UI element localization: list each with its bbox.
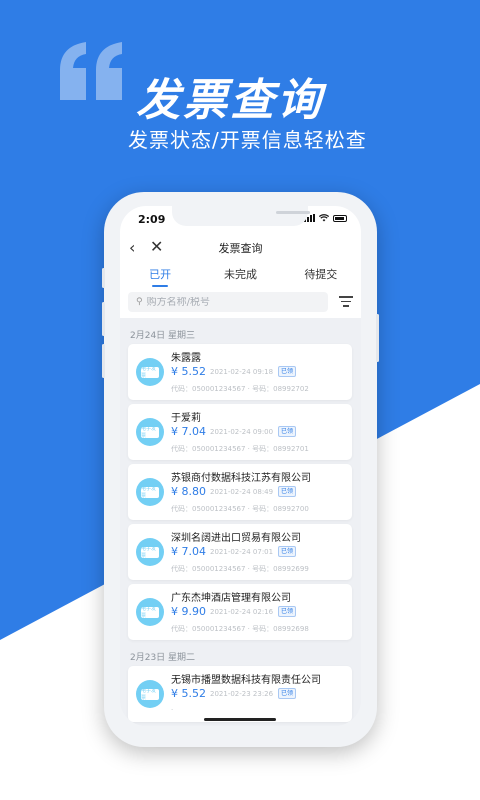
- ticket-icon-text: 电子发票: [141, 546, 157, 559]
- ticket-icon-text: 电子发票: [141, 426, 157, 439]
- status-badge: 已领: [278, 486, 297, 497]
- search-box[interactable]: ⚲: [128, 292, 328, 312]
- status-badge: 已领: [278, 426, 297, 437]
- invoice-ticket-icon: 电子发票: [136, 680, 164, 708]
- phone-mockup: 2:09 ‹ ✕ 发票查询 已开 未完成 待提交 ⚲ 购方名称/税号 2月24日…: [102, 192, 379, 747]
- ticket-icon-text: 电子发票: [141, 486, 157, 499]
- status-badge: 已领: [278, 366, 297, 377]
- invoice-amount: ¥ 9.90: [171, 605, 206, 618]
- date-group-header: 2月23日 星期二: [130, 653, 196, 663]
- wifi-icon: [319, 214, 329, 222]
- phone-screen: 2:09 ‹ ✕ 发票查询 已开 未完成 待提交 ⚲ 购方名称/税号 2月24日…: [120, 206, 361, 726]
- invoice-datetime: 2021-02-24 09:00: [210, 428, 274, 436]
- invoice-card[interactable]: 电子发票 于爱莉 ¥ 7.04 2021-02-24 09:00 已领代码：050001…: [128, 404, 352, 460]
- invoice-code: 代码：050001234567: [171, 505, 246, 513]
- banner-headline: 发票查询: [136, 75, 324, 126]
- invoice-code-number: 代码：050001234567 · 号码：08992698: [171, 625, 309, 633]
- search-row: ⚲: [120, 288, 361, 318]
- invoice-code: 代码：050001234567: [171, 625, 246, 633]
- invoice-buyer-name: 苏银商付数据科技江苏有限公司: [171, 473, 311, 484]
- invoice-number: 号码：08992701: [252, 445, 309, 453]
- invoice-card[interactable]: 电子发票 苏银商付数据科技江苏有限公司 ¥ 8.80 2021-02-24 08:49…: [128, 464, 352, 520]
- invoice-amount: ¥ 7.04: [171, 545, 206, 558]
- invoice-number: 号码：08992700: [252, 505, 309, 513]
- phone-volume-up: [102, 302, 105, 336]
- invoice-ticket-icon: 电子发票: [136, 538, 164, 566]
- tab-issued[interactable]: 已开: [120, 262, 200, 288]
- quote-mark-icon: [60, 42, 122, 100]
- invoice-number: 号码：08992702: [252, 385, 309, 393]
- ticket-icon-text: 电子发票: [141, 688, 157, 701]
- invoice-datetime: 2021-02-24 07:01: [210, 548, 274, 556]
- invoice-card[interactable]: 电子发票 广东杰坤酒店管理有限公司 ¥ 9.90 2021-02-24 02:16 已领…: [128, 584, 352, 640]
- invoice-code: 代码：050001234567: [171, 385, 246, 393]
- invoice-amount: ¥ 8.80: [171, 485, 206, 498]
- invoice-datetime: 2021-02-24 09:18: [210, 368, 274, 376]
- battery-icon: [333, 214, 347, 222]
- search-icon: ⚲: [136, 297, 143, 307]
- ticket-icon-text: 电子发票: [141, 606, 157, 619]
- tab-pending-submit[interactable]: 待提交: [281, 262, 361, 288]
- phone-side-button: [102, 268, 105, 288]
- search-input[interactable]: [146, 296, 307, 308]
- nav-bar: ‹ ✕ 发票查询: [120, 232, 361, 262]
- phone-volume-down: [102, 344, 105, 378]
- invoice-code: 代码：050001234567: [171, 565, 246, 573]
- invoice-code: 代码：050001234567: [171, 445, 246, 453]
- invoice-amount: ¥ 7.04: [171, 425, 206, 438]
- invoice-buyer-name: 于爱莉: [171, 413, 201, 424]
- status-badge: 已领: [278, 688, 297, 699]
- invoice-amount: ¥ 5.52: [171, 365, 206, 378]
- invoice-ticket-icon: 电子发票: [136, 418, 164, 446]
- banner-subline: 发票状态/开票信息轻松查: [128, 128, 367, 152]
- invoice-buyer-name: 广东杰坤酒店管理有限公司: [171, 593, 291, 604]
- invoice-ticket-icon: 电子发票: [136, 478, 164, 506]
- invoice-buyer-name: 深圳名阔进出口贸易有限公司: [171, 533, 301, 544]
- invoice-ticket-icon: 电子发票: [136, 358, 164, 386]
- phone-notch: [172, 206, 310, 226]
- speaker-grille: [276, 211, 310, 214]
- tab-incomplete[interactable]: 未完成: [200, 262, 280, 288]
- invoice-number: 号码：08992698: [252, 625, 309, 633]
- ticket-icon-text: 电子发票: [141, 366, 157, 379]
- status-badge: 已领: [278, 546, 297, 557]
- home-indicator: [204, 718, 276, 721]
- invoice-code-number: 代码：050001234567 · 号码：08992700: [171, 505, 309, 513]
- invoice-number: 号码：08992699: [252, 565, 309, 573]
- invoice-code-number: ·: [171, 706, 174, 714]
- date-group-header: 2月24日 星期三: [130, 331, 196, 341]
- invoice-amount: ¥ 5.52: [171, 687, 206, 700]
- invoice-buyer-name: 朱露露: [171, 353, 201, 364]
- tab-bar: 已开 未完成 待提交: [120, 262, 361, 288]
- invoice-code-number: 代码：050001234567 · 号码：08992702: [171, 385, 309, 393]
- page-title: 发票查询: [218, 242, 263, 255]
- phone-power-button: [376, 314, 379, 362]
- invoice-code-number: 代码：050001234567 · 号码：08992699: [171, 565, 309, 573]
- invoice-datetime: 2021-02-24 08:49: [210, 488, 274, 496]
- invoice-card[interactable]: 电子发票 朱露露 ¥ 5.52 2021-02-24 09:18 已领代码：050001…: [128, 344, 352, 400]
- invoice-buyer-name: 无锡市播盟数据科技有限责任公司: [171, 675, 321, 686]
- invoice-datetime: 2021-02-23 23:26: [210, 690, 274, 698]
- status-icons: [304, 214, 347, 222]
- invoice-ticket-icon: 电子发票: [136, 598, 164, 626]
- invoice-datetime: 2021-02-24 02:16: [210, 608, 274, 616]
- invoice-card[interactable]: 电子发票 无锡市播盟数据科技有限责任公司 ¥ 5.52 2021-02-23 23:2…: [128, 666, 352, 722]
- invoice-card[interactable]: 电子发票 深圳名阔进出口贸易有限公司 ¥ 7.04 2021-02-24 07:01 已…: [128, 524, 352, 580]
- status-time: 2:09: [138, 213, 166, 226]
- status-badge: 已领: [278, 606, 297, 617]
- filter-icon[interactable]: [339, 296, 353, 308]
- invoice-code-number: 代码：050001234567 · 号码：08992701: [171, 445, 309, 453]
